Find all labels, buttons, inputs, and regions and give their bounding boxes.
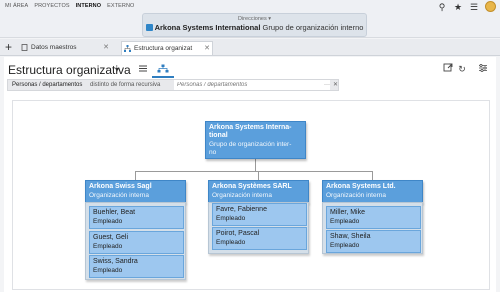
member-list: Buehler, Beat Empleado Guest, Geli Emple… — [85, 202, 186, 280]
context-label: Direcciones — [237, 16, 267, 22]
org-node-root[interactable]: Arkona Systems Interna-tional Grupo de o… — [205, 121, 306, 159]
nav-externo[interactable]: EXTERNO — [107, 3, 134, 9]
member-name: Favre, Fabienne — [216, 206, 267, 213]
hierarchy-icon — [157, 64, 169, 73]
org-node-subtitle: Organización interna — [89, 192, 149, 199]
active-view-indicator — [152, 76, 174, 78]
top-icons: ⚲ ★ ☰ — [437, 1, 496, 12]
context-type: Grupo de organización interno — [262, 23, 364, 32]
add-tab-button[interactable]: + — [5, 40, 12, 54]
organization-icon — [145, 24, 153, 31]
org-node-arkona-swiss[interactable]: Arkona Swiss Sagl Organización interna — [85, 180, 186, 203]
tab-label: Datos maestros — [31, 44, 77, 51]
org-node-title: Arkona Systèmes SARL — [212, 183, 292, 190]
top-nav: MI ÁREA PROYECTOS INTERNO EXTERNO — [5, 3, 134, 9]
org-node-title-cont: tional — [209, 132, 228, 139]
org-node-title: Arkona Systems Interna- — [209, 124, 292, 131]
context-selector[interactable]: Direcciones ▾ Arkona Systems Internation… — [142, 13, 367, 37]
connector — [258, 171, 259, 180]
tab-label: Estructura organizat — [134, 45, 193, 52]
member-role: Empleado — [93, 243, 123, 250]
org-node-subtitle-cont: no — [209, 149, 217, 156]
nav-interno[interactable]: INTERNO — [76, 3, 101, 9]
close-icon[interactable]: ✕ — [204, 42, 210, 55]
document-icon — [21, 44, 28, 51]
org-node-arkona-systemes[interactable]: Arkona Systèmes SARL Organización intern… — [208, 180, 309, 203]
search-icon[interactable]: ⚲ — [437, 2, 447, 12]
member-name: Poirot, Pascal — [216, 230, 260, 237]
settings-sliders-icon[interactable] — [477, 63, 489, 75]
chevron-down-icon[interactable]: ▾ — [115, 65, 119, 74]
filter-bar: Personas / departamentos distinto de for… — [7, 79, 339, 91]
member-card[interactable]: Miller, Mike Empleado — [326, 206, 421, 229]
member-card[interactable]: Shaw, Sheila Empleado — [326, 230, 421, 253]
member-name: Swiss, Sandra — [93, 258, 138, 265]
star-icon[interactable]: ★ — [453, 2, 463, 12]
org-node-title: Arkona Systems Ltd. — [326, 183, 396, 190]
filter-mode[interactable]: distinto de forma recursiva — [90, 80, 160, 91]
connector — [135, 171, 373, 172]
tab-datos-maestros[interactable]: Datos maestros ✕ — [19, 41, 111, 55]
org-chart-icon — [124, 45, 131, 52]
chevron-down-icon: ▾ — [268, 16, 272, 22]
list-icon — [139, 65, 147, 72]
member-name: Buehler, Beat — [93, 209, 136, 216]
member-role: Empleado — [93, 218, 123, 225]
org-node-subtitle: Grupo de organización inter- — [209, 141, 292, 148]
filter-label: Personas / departamentos — [12, 82, 83, 88]
connector — [255, 159, 256, 171]
close-icon[interactable]: ✕ — [103, 41, 109, 55]
org-node-arkona-ltd[interactable]: Arkona Systems Ltd. Organización interna — [322, 180, 423, 203]
member-card[interactable]: Buehler, Beat Empleado — [89, 206, 184, 229]
member-card[interactable]: Guest, Geli Empleado — [89, 231, 184, 254]
avatar[interactable] — [485, 1, 496, 12]
member-role: Empleado — [93, 267, 123, 274]
tree-view-button[interactable] — [156, 64, 170, 74]
member-role: Empleado — [216, 239, 246, 246]
export-icon[interactable] — [442, 63, 454, 75]
member-name: Miller, Mike — [330, 209, 366, 216]
org-node-subtitle: Organización interna — [212, 192, 272, 199]
member-role: Empleado — [330, 242, 360, 249]
page-title[interactable]: Estructura organizativa — [8, 63, 131, 77]
member-card[interactable]: Poirot, Pascal Empleado — [212, 227, 307, 250]
filter-input[interactable] — [174, 80, 330, 90]
menu-icon[interactable]: ☰ — [469, 2, 479, 12]
context-company: Arkona Systems International — [154, 23, 261, 32]
member-list: Miller, Mike Empleado Shaw, Sheila Emple… — [322, 202, 423, 254]
member-name: Shaw, Sheila — [330, 233, 371, 240]
refresh-icon[interactable]: ↻ — [456, 63, 468, 75]
list-view-button[interactable] — [136, 64, 150, 74]
member-role: Empleado — [216, 215, 246, 222]
org-node-subtitle: Organización interna — [326, 192, 386, 199]
top-bar: MI ÁREA PROYECTOS INTERNO EXTERNO ⚲ ★ ☰ … — [0, 0, 500, 38]
org-node-title: Arkona Swiss Sagl — [89, 183, 152, 190]
member-card[interactable]: Favre, Fabienne Empleado — [212, 203, 307, 226]
member-name: Guest, Geli — [93, 234, 129, 241]
connector — [372, 171, 373, 180]
tab-estructura-organizativa[interactable]: Estructura organizat ✕ — [121, 41, 213, 55]
connector — [135, 171, 136, 180]
member-list: Favre, Fabienne Empleado Poirot, Pascal … — [208, 202, 309, 254]
nav-mi-area[interactable]: MI ÁREA — [5, 3, 28, 9]
nav-proyectos[interactable]: PROYECTOS — [34, 3, 69, 9]
clear-filter-icon[interactable]: ✕ — [333, 80, 338, 91]
main-panel: Estructura organizativa ▾ ↻ Personas / d… — [4, 57, 496, 292]
member-card[interactable]: Swiss, Sandra Empleado — [89, 255, 184, 278]
member-role: Empleado — [330, 218, 360, 225]
tab-bar: + Datos maestros ✕ Estructura organizat … — [0, 39, 500, 56]
more-options-icon[interactable]: ··· — [324, 80, 330, 91]
